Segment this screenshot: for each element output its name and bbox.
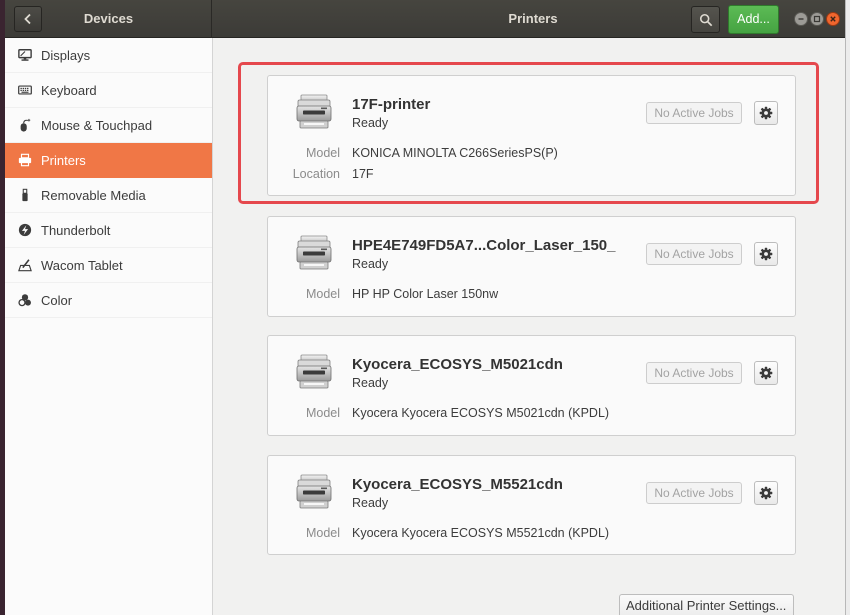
printer-location-row: Location 17F xyxy=(268,166,728,182)
desktop-edge-right xyxy=(845,0,850,615)
printer-name: 17F-printer xyxy=(352,96,431,113)
model-value: HP HP Color Laser 150nw xyxy=(352,287,499,301)
model-value: KONICA MINOLTA C266SeriesPS(P) xyxy=(352,146,558,160)
sidebar-item-mouse-touchpad[interactable]: Mouse & Touchpad xyxy=(5,108,212,143)
model-value: Kyocera Kyocera ECOSYS M5521cdn (KPDL) xyxy=(352,526,610,540)
settings-window-screen: Devices Printers Add... Displays Keyboar… xyxy=(0,0,850,615)
sidebar-title: Devices xyxy=(83,11,134,26)
sidebar-item-label: Color xyxy=(41,292,73,308)
printer-icon xyxy=(295,354,333,390)
display-icon xyxy=(18,48,32,62)
printer-name: Kyocera_ECOSYS_M5521cdn xyxy=(352,476,563,493)
sidebar-item-thunderbolt[interactable]: Thunderbolt xyxy=(5,213,212,248)
printer-icon xyxy=(295,94,333,130)
printer-card: Kyocera_ECOSYS_M5521cdn Ready Model Kyoc… xyxy=(267,455,796,555)
printer-status: Ready xyxy=(352,496,389,510)
printer-name: HPE4E749FD5A7...Color_Laser_150_ xyxy=(352,237,616,254)
thunderbolt-icon xyxy=(18,223,32,237)
printer-icon xyxy=(295,235,333,271)
sidebar-item-label: Printers xyxy=(41,152,86,168)
sidebar-item-keyboard[interactable]: Keyboard xyxy=(5,73,212,108)
printer-settings-button[interactable] xyxy=(754,481,778,505)
gear-icon xyxy=(759,366,773,380)
search-icon xyxy=(699,13,713,27)
add-printer-button[interactable]: Add... xyxy=(728,5,779,34)
sidebar-item-removable-media[interactable]: Removable Media xyxy=(5,178,212,213)
printer-icon xyxy=(18,153,32,167)
sidebar-item-label: Keyboard xyxy=(41,82,97,98)
printer-settings-button[interactable] xyxy=(754,242,778,266)
sidebar-item-wacom-tablet[interactable]: Wacom Tablet xyxy=(5,248,212,283)
keyboard-icon xyxy=(18,83,32,97)
tablet-icon xyxy=(18,258,32,272)
model-label: Model xyxy=(305,526,340,540)
printers-panel: 17F-printer Ready Model KONICA MINOLTA C… xyxy=(213,38,845,615)
sidebar-item-displays[interactable]: Displays xyxy=(5,38,212,73)
sidebar-item-label: Wacom Tablet xyxy=(41,257,123,273)
gear-icon xyxy=(759,486,773,500)
sidebar-item-label: Mouse & Touchpad xyxy=(41,117,153,133)
usb-drive-icon xyxy=(18,188,32,202)
printer-status: Ready xyxy=(352,376,389,390)
printer-jobs-button[interactable]: No Active Jobs xyxy=(646,362,742,384)
header-sidebar-section: Devices xyxy=(5,0,212,38)
additional-printer-settings-button[interactable]: Additional Printer Settings... xyxy=(619,594,794,615)
printer-card: Kyocera_ECOSYS_M5021cdn Ready Model Kyoc… xyxy=(267,335,796,436)
search-button[interactable] xyxy=(691,6,720,33)
printer-card: HPE4E749FD5A7...Color_Laser_150_ Ready M… xyxy=(267,216,796,317)
printer-jobs-button[interactable]: No Active Jobs xyxy=(646,102,742,124)
printer-status: Ready xyxy=(352,116,389,130)
gear-icon xyxy=(759,106,773,120)
printer-settings-button[interactable] xyxy=(754,361,778,385)
sidebar-item-label: Removable Media xyxy=(41,187,146,203)
printer-settings-button[interactable] xyxy=(754,101,778,125)
model-label: Model xyxy=(305,406,340,420)
printer-model-row: Model Kyocera Kyocera ECOSYS M5021cdn (K… xyxy=(268,405,728,421)
model-label: Model xyxy=(305,146,340,160)
model-value: Kyocera Kyocera ECOSYS M5021cdn (KPDL) xyxy=(352,406,610,420)
gear-icon xyxy=(759,247,773,261)
maximize-icon[interactable] xyxy=(810,12,824,26)
location-value: 17F xyxy=(352,167,374,181)
sidebar-item-label: Displays xyxy=(41,47,91,63)
printer-name: Kyocera_ECOSYS_M5021cdn xyxy=(352,356,563,373)
color-icon xyxy=(18,293,32,307)
sidebar-item-color[interactable]: Color xyxy=(5,283,212,318)
model-label: Model xyxy=(305,287,340,301)
printer-model-row: Model HP HP Color Laser 150nw xyxy=(268,286,728,302)
printer-model-row: Model Kyocera Kyocera ECOSYS M5521cdn (K… xyxy=(268,525,728,541)
header-bar: Devices Printers Add... xyxy=(5,0,845,38)
printer-icon xyxy=(295,474,333,510)
minimize-icon[interactable] xyxy=(794,12,808,26)
sidebar-item-printers[interactable]: Printers xyxy=(5,143,212,178)
sidebar: Displays Keyboard Mouse & Touchpad Print… xyxy=(5,38,213,615)
mouse-icon xyxy=(18,118,32,132)
printer-status: Ready xyxy=(352,257,389,271)
printer-jobs-button[interactable]: No Active Jobs xyxy=(646,243,742,265)
printer-card: 17F-printer Ready Model KONICA MINOLTA C… xyxy=(267,75,796,196)
printer-model-row: Model KONICA MINOLTA C266SeriesPS(P) xyxy=(268,145,728,161)
close-icon[interactable] xyxy=(826,12,840,26)
printer-jobs-button[interactable]: No Active Jobs xyxy=(646,482,742,504)
sidebar-item-label: Thunderbolt xyxy=(41,222,111,238)
location-label: Location xyxy=(292,167,340,181)
